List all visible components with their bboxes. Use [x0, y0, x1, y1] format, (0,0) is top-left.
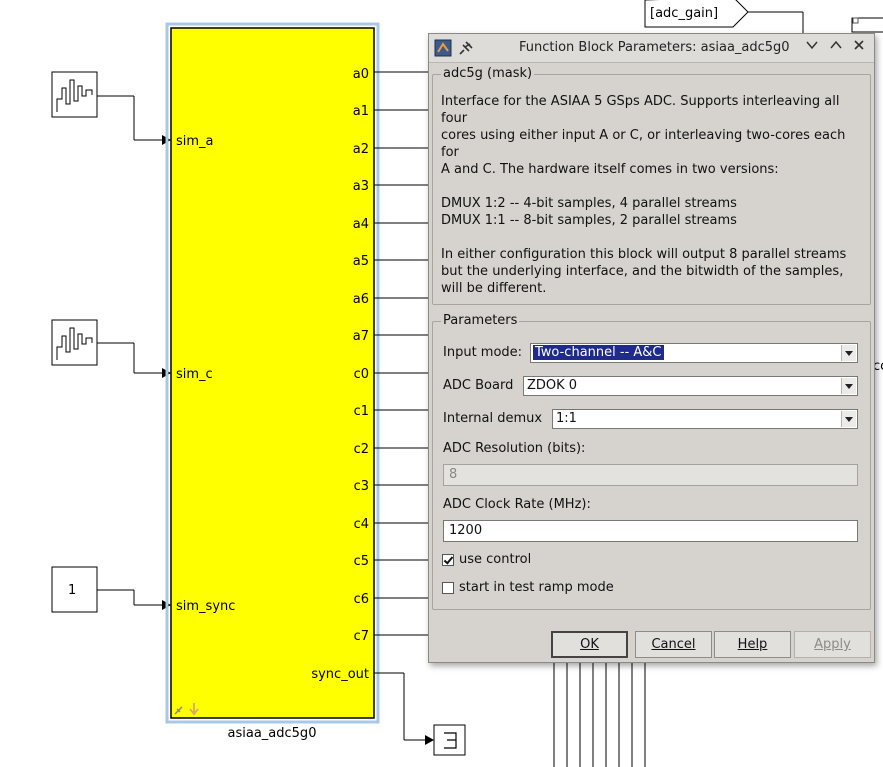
- description-line: four: [441, 111, 468, 126]
- use-control-checkbox[interactable]: [442, 554, 454, 566]
- internal-demux-label: Internal demux: [443, 411, 543, 426]
- port-sim-c: sim_c: [176, 367, 213, 382]
- internal-demux-value: 1:1: [556, 411, 577, 426]
- port-sim-sync: sim_sync: [176, 599, 235, 614]
- description-line: [441, 229, 861, 246]
- function-block-parameters-dialog[interactable]: Function Block Parameters: asiaa_adc5g0 …: [428, 33, 875, 663]
- mask-description: Interface for the ASIAA 5 GSps ADC. Supp…: [441, 93, 861, 297]
- help-button-label: Help: [737, 637, 768, 652]
- port-a3: a3: [353, 179, 369, 194]
- block-name-label: asiaa_adc5g0: [228, 726, 317, 741]
- pin-icon[interactable]: [457, 39, 475, 57]
- description-line: A and C. The hardware itself comes in tw…: [441, 162, 779, 177]
- adc-board-label: ADC Board: [443, 378, 514, 393]
- adc-clock-field[interactable]: 1200: [443, 520, 858, 542]
- cancel-button[interactable]: Cancel: [635, 631, 712, 658]
- adc-board-select[interactable]: ZDOK 0: [523, 376, 858, 396]
- chevron-down-icon[interactable]: [802, 38, 822, 58]
- description-line: DMUX 1:2 -- 4-bit samples, 4 parallel st…: [441, 196, 737, 211]
- description-line: for: [441, 145, 459, 160]
- goto-label: [adc_gain]: [650, 6, 718, 21]
- close-icon[interactable]: [849, 38, 869, 58]
- description-line: cores using either input A or C, or inte…: [441, 128, 846, 143]
- matlab-icon: [434, 39, 452, 57]
- asiaa-adc5g-block[interactable]: sim_a sim_c sim_sync a0 a1 a2 a3 a4 a5 a…: [165, 22, 380, 724]
- adc-resolution-field: 8: [443, 464, 858, 486]
- internal-demux-select[interactable]: 1:1: [552, 409, 858, 429]
- ok-button-label: OK: [580, 637, 599, 652]
- description-line: but the underlying interface, and the bi…: [441, 264, 844, 279]
- use-control-label: use control: [459, 552, 532, 567]
- description-line: [441, 178, 861, 195]
- constant-value: 1: [68, 583, 76, 598]
- help-button[interactable]: Help: [714, 631, 791, 658]
- port-a2: a2: [353, 142, 369, 157]
- test-ramp-label: start in test ramp mode: [459, 580, 614, 595]
- goto-block-adc-gain[interactable]: [adc_gain]: [644, 0, 804, 35]
- parameters-group-title: Parameters: [441, 313, 520, 328]
- ok-button[interactable]: OK: [551, 631, 628, 658]
- port-c5: c5: [354, 554, 369, 569]
- input-mode-value: Two-channel -- A&C: [533, 345, 664, 360]
- apply-button-label: Apply: [814, 637, 851, 652]
- port-c3: c3: [354, 479, 369, 494]
- adc-resolution-label: ADC Resolution (bits):: [443, 441, 586, 456]
- constant-block[interactable]: 1: [51, 566, 171, 613]
- adc-clock-label: ADC Clock Rate (MHz):: [443, 497, 591, 512]
- description-line: DMUX 1:1 -- 8-bit samples, 2 parallel st…: [441, 213, 737, 228]
- input-mode-select[interactable]: Two-channel -- A&C: [530, 343, 858, 363]
- port-c0: c0: [354, 367, 369, 382]
- test-ramp-checkbox[interactable]: [442, 582, 454, 594]
- port-sync-out: sync_out: [311, 667, 369, 682]
- port-a6: a6: [353, 292, 369, 307]
- port-c6: c6: [354, 592, 369, 607]
- dialog-title: Function Block Parameters: asiaa_adc5g0: [519, 40, 790, 55]
- port-a0: a0: [353, 67, 369, 82]
- mask-group-title: adc5g (mask): [441, 66, 535, 81]
- port-sim-a: sim_a: [176, 134, 214, 149]
- input-mode-label: Input mode:: [443, 345, 523, 360]
- port-a5: a5: [353, 254, 369, 269]
- adc-clock-value: 1200: [449, 523, 483, 538]
- port-c2: c2: [354, 442, 369, 457]
- terminator-block[interactable]: [433, 724, 466, 756]
- port-a7: a7: [353, 329, 369, 344]
- port-c1: c1: [354, 404, 369, 419]
- chevron-down-icon[interactable]: [841, 345, 856, 361]
- description-line: In either configuration this block will …: [441, 247, 847, 262]
- port-a4: a4: [353, 217, 369, 232]
- signal-generator-c[interactable]: [51, 319, 171, 378]
- apply-button: Apply: [794, 631, 871, 658]
- adc-board-value: ZDOK 0: [527, 378, 578, 393]
- chevron-down-icon[interactable]: [841, 378, 856, 394]
- description-line: Interface for the ASIAA 5 GSps ADC. Supp…: [441, 94, 840, 109]
- chevron-down-icon[interactable]: [841, 411, 856, 427]
- adc-resolution-value: 8: [449, 467, 458, 482]
- cancel-button-label: Cancel: [651, 637, 696, 652]
- port-c4: c4: [354, 517, 369, 532]
- dialog-titlebar[interactable]: Function Block Parameters: asiaa_adc5g0: [429, 34, 874, 63]
- description-line: will be different.: [441, 281, 547, 296]
- signal-generator-a[interactable]: [51, 71, 171, 145]
- chevron-up-icon[interactable]: [826, 38, 846, 58]
- port-a1: a1: [353, 104, 369, 119]
- port-c7: c7: [354, 629, 369, 644]
